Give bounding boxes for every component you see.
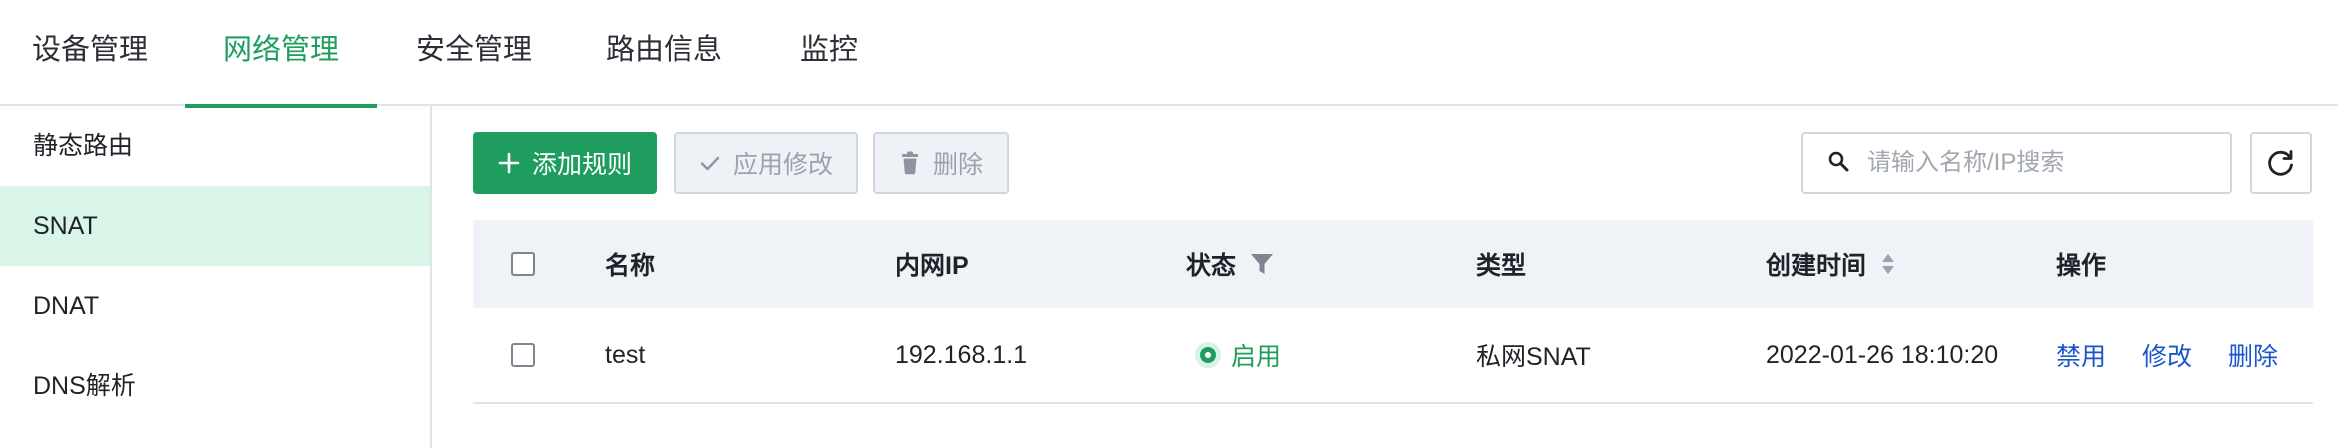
sidebar-item-dnat[interactable]: DNAT: [0, 266, 430, 346]
apply-changes-button[interactable]: 应用修改: [674, 132, 858, 194]
apply-changes-label: 应用修改: [732, 151, 833, 179]
table-header: 名称 内网IP 状态 类型 创建时间 操作: [473, 220, 2313, 308]
delete-link[interactable]: 删除: [2228, 337, 2278, 373]
cell-created: 2022-01-26 18:10:20: [1766, 340, 1999, 369]
add-rule-button[interactable]: 添加规则: [473, 132, 657, 194]
select-all-checkbox[interactable]: [511, 252, 535, 276]
delete-button[interactable]: 删除: [873, 132, 1009, 194]
cell-name: test: [605, 340, 646, 369]
check-icon: [699, 152, 721, 174]
sidebar-item-dns[interactable]: DNS解析: [0, 346, 430, 426]
refresh-icon: [2266, 148, 2296, 178]
cell-type: 私网SNAT: [1476, 343, 1591, 371]
status-label: 启用: [1231, 343, 1282, 371]
search-input[interactable]: [1867, 134, 2217, 192]
cell-ip: 192.168.1.1: [895, 340, 1028, 369]
tab-route-info[interactable]: 路由信息: [572, 0, 756, 106]
sidebar: 静态路由 SNAT DNAT DNS解析: [0, 106, 432, 448]
delete-label: 删除: [932, 151, 983, 179]
column-header-ip: 内网IP: [895, 252, 969, 280]
search-icon: [1827, 150, 1851, 181]
edit-link[interactable]: 修改: [2142, 337, 2192, 373]
tab-device-management[interactable]: 设备管理: [0, 0, 180, 106]
column-header-created: 创建时间: [1766, 252, 1867, 280]
table-row: test 192.168.1.1 启用 私网SNAT 2022-01-26 18…: [473, 308, 2313, 404]
column-header-name: 名称: [605, 252, 656, 280]
sidebar-item-snat[interactable]: SNAT: [0, 186, 430, 266]
column-header-actions: 操作: [2056, 252, 2107, 280]
row-checkbox[interactable]: [511, 343, 535, 367]
filter-icon[interactable]: [1250, 252, 1274, 276]
add-rule-label: 添加规则: [531, 151, 632, 179]
status-enabled-icon: [1195, 342, 1221, 368]
sidebar-item-static-route[interactable]: 静态路由: [0, 106, 430, 186]
select-all-cell: [511, 220, 535, 308]
refresh-button[interactable]: [2250, 132, 2312, 194]
row-select-cell: [511, 308, 535, 402]
plus-icon: [498, 152, 520, 174]
column-header-created-cell: 创建时间: [1766, 220, 1896, 308]
column-header-type: 类型: [1476, 252, 1527, 280]
column-header-status-cell: 状态: [1186, 220, 1274, 308]
tab-network-management[interactable]: 网络管理: [185, 0, 377, 108]
column-header-status: 状态: [1186, 252, 1237, 280]
tab-monitoring[interactable]: 监控: [765, 0, 893, 106]
top-navigation: 设备管理 网络管理 安全管理 路由信息 监控: [0, 0, 2338, 108]
tab-security-management[interactable]: 安全管理: [382, 0, 566, 106]
cell-actions: 禁用 修改 删除: [2056, 308, 2278, 402]
search-box: [1801, 132, 2232, 194]
disable-link[interactable]: 禁用: [2056, 337, 2106, 373]
trash-icon: [899, 151, 921, 175]
sort-icon[interactable]: [1880, 252, 1896, 276]
cell-status: 启用: [1195, 308, 1281, 402]
